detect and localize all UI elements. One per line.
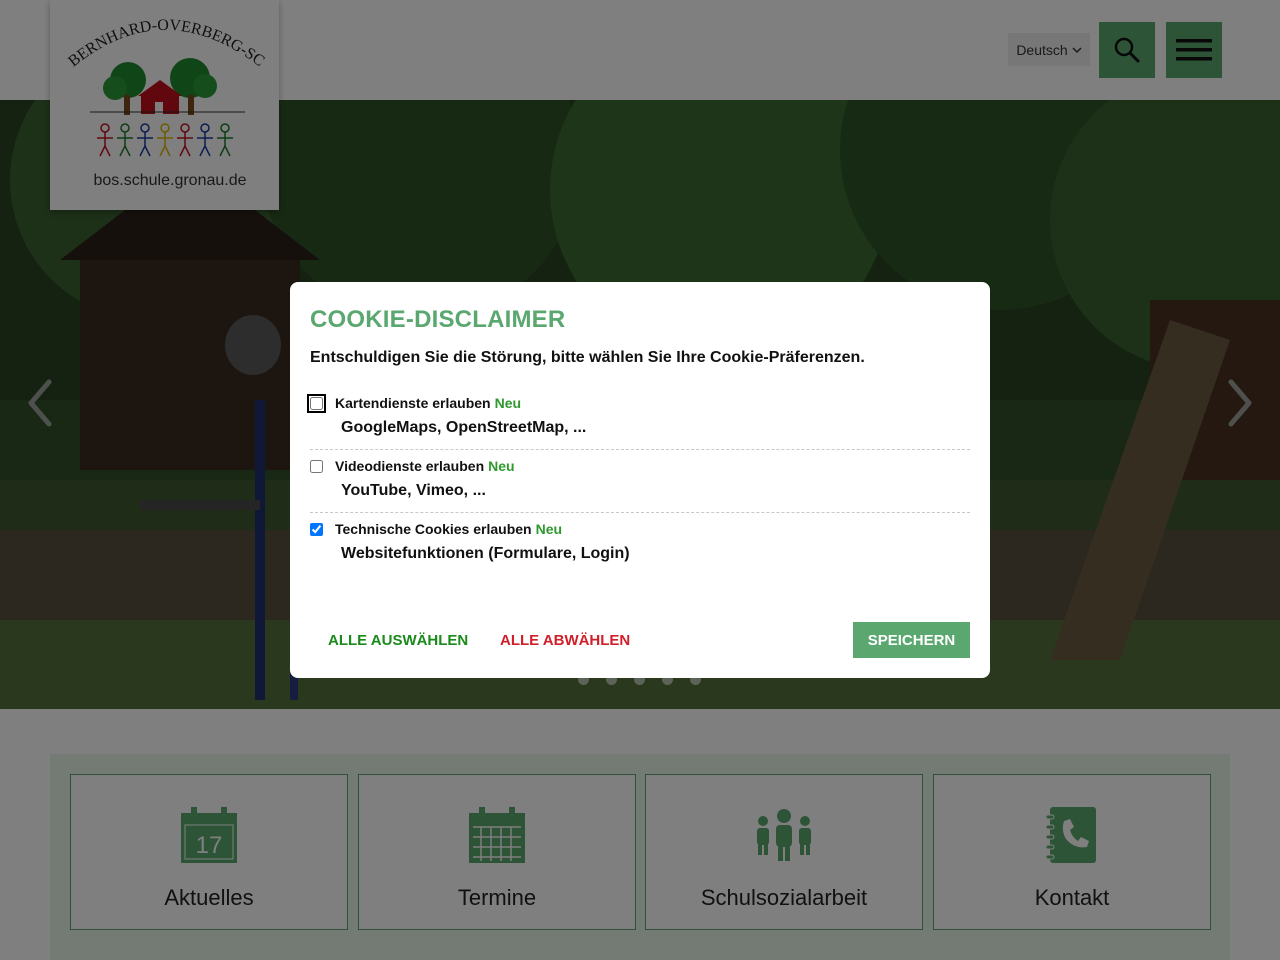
dialog-intro: Entschuldigen Sie die Störung, bitte wäh…: [310, 349, 865, 366]
video-checkbox[interactable]: [310, 459, 323, 473]
cookie-option-maps: Kartendienste erlauben Neu GoogleMaps, O…: [307, 393, 970, 450]
dialog-title: COOKIE-DISCLAIMER: [310, 306, 566, 333]
new-badge: Neu: [494, 395, 522, 411]
new-badge: Neu: [535, 521, 563, 537]
option-description: GoogleMaps, OpenStreetMap, ...: [341, 419, 587, 436]
option-description: Websitefunktionen (Formulare, Login): [341, 545, 630, 562]
option-description: YouTube, Vimeo, ...: [341, 482, 486, 499]
save-button[interactable]: SPEICHERN: [853, 622, 970, 658]
cookie-disclaimer-dialog: COOKIE-DISCLAIMER Entschuldigen Sie die …: [290, 282, 990, 678]
maps-checkbox[interactable]: [307, 393, 326, 413]
new-badge: Neu: [488, 458, 515, 474]
select-all-button[interactable]: ALLE AUSWÄHLEN: [310, 622, 486, 658]
cookie-option-video: Videodienste erlauben Neu YouTube, Vimeo…: [310, 458, 970, 513]
deselect-all-button[interactable]: ALLE ABWÄHLEN: [482, 622, 648, 658]
option-label: Videodienste erlauben: [335, 458, 485, 474]
technical-checkbox[interactable]: [310, 522, 323, 536]
cookie-option-technical: Technische Cookies erlauben Neu Websitef…: [310, 521, 970, 576]
option-label: Kartendienste erlauben: [335, 395, 491, 411]
option-label: Technische Cookies erlauben: [335, 521, 532, 537]
